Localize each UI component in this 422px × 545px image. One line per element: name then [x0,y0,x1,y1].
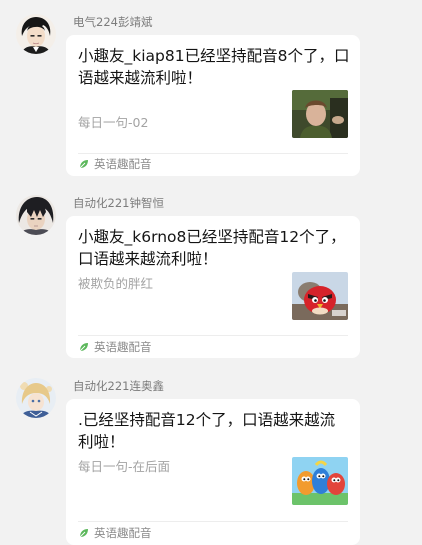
source-label: 英语趣配音 [94,340,152,354]
cartoon-characters-thumbnail[interactable] [292,457,348,505]
movie-scene-thumbnail[interactable] [292,90,348,138]
anime-avatar-icon [16,195,56,235]
card-divider [78,521,348,522]
post-subtitle: 每日一句-02 [78,115,149,130]
username[interactable]: 电气224彭靖斌 [73,14,152,30]
leaf-icon [78,527,90,539]
source-link[interactable]: 英语趣配音 [78,339,152,355]
user-avatar[interactable] [16,378,56,418]
card-divider [78,153,348,154]
feed: 电气224彭靖斌 小趣友_kiap81已经坚持配音8个了，口语越来越流利啦！ 每… [0,0,422,545]
angry-bird-thumbnail[interactable] [292,272,348,320]
anime-avatar-icon [16,378,56,418]
post-card[interactable]: .已经坚持配音12个了，口语越来越流利啦！ 每日一句-在后面 英语趣配音 [66,399,360,545]
post-card[interactable]: 小趣友_kiap81已经坚持配音8个了，口语越来越流利啦！ 每日一句-02 英语… [66,35,360,176]
anime-avatar-icon [16,14,56,54]
user-avatar[interactable] [16,195,56,235]
source-label: 英语趣配音 [94,526,152,540]
leaf-icon [78,158,90,170]
leaf-icon [78,341,90,353]
post-subtitle: 被欺负的胖红 [78,276,154,291]
card-divider [78,335,348,336]
post-message: 小趣友_k6rno8已经坚持配音12个了，口语越来越流利啦！ [78,228,346,268]
post-subtitle: 每日一句-在后面 [78,459,171,474]
user-avatar[interactable] [16,14,56,54]
source-label: 英语趣配音 [94,157,152,171]
post-message: .已经坚持配音12个了，口语越来越流利啦！ [78,411,336,451]
source-link[interactable]: 英语趣配音 [78,525,152,541]
username[interactable]: 自动化221钟智恒 [73,195,164,211]
username[interactable]: 自动化221连奥鑫 [73,378,164,394]
post-message: 小趣友_kiap81已经坚持配音8个了，口语越来越流利啦！ [78,47,350,87]
source-link[interactable]: 英语趣配音 [78,156,152,172]
post-card[interactable]: 小趣友_k6rno8已经坚持配音12个了，口语越来越流利啦！ 被欺负的胖红 英语… [66,216,360,358]
